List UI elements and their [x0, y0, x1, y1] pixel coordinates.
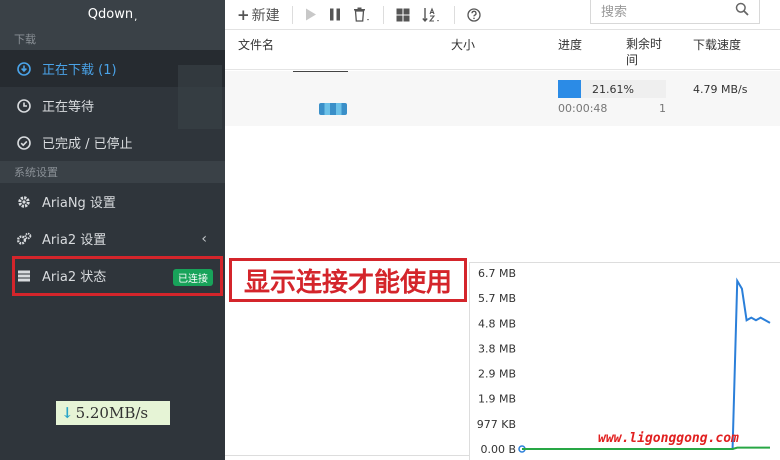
progress-percent: 21.61% [592, 83, 634, 96]
watermark: www.ligonggong.com [598, 431, 739, 446]
sidebar-item-label: AriaNg 设置 [42, 196, 116, 211]
new-task-button[interactable]: + 新建 [237, 5, 280, 25]
app-title-mark: , [134, 11, 138, 23]
clock-icon [16, 98, 32, 114]
sidebar-item-stopped[interactable]: 已完成 / 已停止 [0, 124, 225, 161]
annotation-text: 显示连接才能使用 [243, 267, 452, 298]
chevron-left-icon[interactable]: ‹ [201, 231, 207, 247]
y-tick-label: 6.7 MB [478, 267, 516, 280]
column-header-filename[interactable]: 文件名 [238, 36, 274, 53]
gear-icon [16, 194, 32, 210]
delete-button[interactable] [353, 7, 371, 23]
task-table-header: 文件名 大小 进度 剩余时间 下载速度 [225, 30, 780, 70]
section-download: 下载 [0, 28, 225, 50]
toolbar-divider [453, 5, 455, 24]
pause-button[interactable] [329, 8, 341, 21]
elapsed-time: 00:00:48 [558, 102, 608, 115]
app-brand: Qdown, [0, 0, 225, 28]
column-header-size[interactable]: 大小 [451, 36, 475, 53]
sidebar-item-label: 正在等待 [42, 100, 95, 115]
download-circle-icon [16, 61, 32, 77]
display-mode-button[interactable] [396, 8, 410, 22]
plus-icon: + [237, 5, 250, 24]
table-row[interactable]: 21.61% 00:00:48 1 4.79 MB/s [225, 71, 780, 126]
global-speed-indicator: ↓ 5.20MB/s [56, 401, 170, 425]
search-input[interactable]: 搜索 [590, 0, 760, 24]
download-arrow-icon: ↓ [61, 404, 74, 422]
sidebar-item-label: 正在下载 (1) [42, 63, 117, 78]
pause-icon [329, 8, 340, 21]
question-circle-icon [466, 7, 481, 22]
y-tick-label: 2.9 MB [478, 368, 516, 381]
section-settings: 系统设置 [0, 161, 225, 183]
sidebar-item-ariang-settings[interactable]: AriaNg 设置 [0, 183, 225, 220]
y-tick-label: 977 KB [477, 418, 516, 431]
y-tick-label: 3.8 MB [478, 342, 516, 355]
y-tick-label: 5.7 MB [478, 292, 516, 305]
new-task-label: 新建 [251, 7, 280, 24]
global-speed-value: 5.20MB/s [75, 404, 149, 422]
annotation-callout: 显示连接才能使用 [229, 258, 467, 302]
overlay-artifact [178, 65, 222, 129]
gears-icon [16, 231, 32, 247]
play-icon [305, 8, 316, 21]
toolbar-divider [291, 5, 293, 24]
search-placeholder: 搜索 [601, 5, 628, 20]
download-speed: 4.79 MB/s [693, 83, 748, 96]
y-tick-label: 0.00 B [480, 443, 516, 456]
sidebar-item-label: Aria2 设置 [42, 233, 107, 248]
column-header-remaining[interactable]: 剩余时间 [626, 36, 666, 68]
app-title: Qdown [87, 6, 134, 22]
sort-button[interactable] [421, 7, 442, 23]
grid-icon [396, 8, 410, 21]
y-tick-label: 4.8 MB [478, 317, 516, 330]
file-thumbnail [319, 103, 347, 115]
sidebar-item-label: 已完成 / 已停止 [42, 137, 133, 152]
toolbar-divider [382, 5, 384, 24]
help-button[interactable] [466, 7, 481, 22]
y-tick-label: 1.9 MB [478, 393, 516, 406]
filename-redaction-line [293, 71, 348, 72]
bottom-divider [225, 455, 469, 456]
sort-alpha-icon [421, 7, 439, 22]
sidebar-item-aria2-settings[interactable]: Aria2 设置 ‹ [0, 220, 225, 257]
series-line [522, 277, 771, 450]
trash-icon [353, 7, 369, 22]
search-icon[interactable] [735, 2, 749, 20]
annotation-highlight-box [12, 256, 223, 296]
connection-count: 1 [659, 102, 666, 115]
start-button[interactable] [305, 8, 317, 21]
column-header-progress[interactable]: 进度 [558, 36, 582, 53]
progress-bar-fill [558, 80, 582, 98]
check-circle-icon [16, 135, 32, 151]
column-header-speed[interactable]: 下载速度 [693, 36, 741, 53]
toolbar: + 新建 搜索 [225, 0, 780, 30]
